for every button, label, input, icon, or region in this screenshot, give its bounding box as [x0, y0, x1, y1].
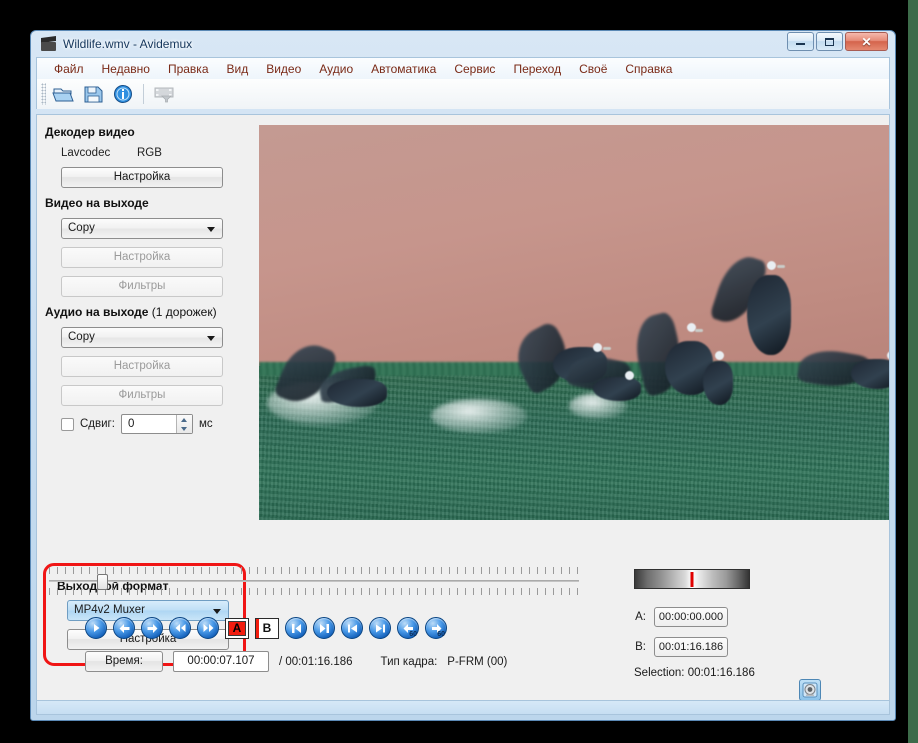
current-time-input[interactable]: 00:00:07.107	[173, 651, 269, 672]
forward-button[interactable]	[197, 617, 219, 639]
video-decoder-configure-button[interactable]: Настройка	[61, 167, 223, 188]
audio-output-heading: Аудио на выходе (1 дорожек)	[45, 305, 259, 319]
position-strip[interactable]	[634, 569, 750, 589]
menu-item-help[interactable]: Справка	[616, 59, 681, 79]
play-button[interactable]	[85, 617, 107, 639]
desktop-background: Wildlife.wmv - Avidemux ✕ Файл Недавно П…	[0, 0, 918, 743]
time-row: Время: 00:00:07.107 / 00:01:16.186 Тип к…	[85, 651, 507, 672]
marker-a-row: A: 00:00:00.000	[634, 607, 728, 627]
info-icon[interactable]	[110, 81, 136, 107]
close-button[interactable]: ✕	[845, 32, 888, 51]
menu-item-video[interactable]: Видео	[257, 59, 310, 79]
decoder-codec-name: Lavcodec	[61, 147, 111, 159]
menu-item-auto[interactable]: Автоматика	[362, 59, 445, 79]
next-frame-button[interactable]	[141, 617, 163, 639]
selection-duration-label: Selection: 00:01:16.186	[634, 667, 755, 679]
audio-output-configure-button[interactable]: Настройка	[61, 356, 223, 377]
toolbar-separator	[143, 84, 144, 104]
preview-bird	[796, 337, 889, 423]
timeline-ticks-top	[49, 567, 579, 574]
menu-item-file[interactable]: Файл	[45, 59, 93, 79]
preview-blob	[431, 399, 527, 433]
rewind-button[interactable]	[169, 617, 191, 639]
timeline-slider-thumb[interactable]	[97, 574, 108, 590]
video-output-filters-button[interactable]: Фильтры	[61, 276, 223, 297]
menu-item-custom[interactable]: Своё	[570, 59, 616, 79]
open-folder-icon[interactable]	[50, 81, 76, 107]
forward-60-label: 60	[437, 631, 445, 638]
audio-shift-value: 0	[127, 418, 135, 430]
decoder-colorspace: RGB	[137, 147, 162, 159]
audio-shift-stepper[interactable]: 0	[120, 414, 193, 434]
clapperboard-icon	[41, 35, 57, 52]
video-output-configure-button[interactable]: Настройка	[61, 247, 223, 268]
stepper-arrows[interactable]	[175, 415, 192, 433]
audio-output-filters-button[interactable]: Фильтры	[61, 385, 223, 406]
avidemux-window: Wildlife.wmv - Avidemux ✕ Файл Недавно П…	[30, 30, 896, 721]
prev-keyframe-button[interactable]	[285, 617, 307, 639]
time-mode-button[interactable]: Время:	[85, 651, 163, 672]
prev-frame-button[interactable]	[113, 617, 135, 639]
menu-item-audio[interactable]: Аудио	[310, 59, 362, 79]
transport-controls: A B 60 60 Время: 00:00:07.107 / 00:01:16…	[37, 559, 889, 714]
back-60-label: 60	[409, 631, 417, 638]
title-bar: Wildlife.wmv - Avidemux ✕	[36, 31, 890, 57]
audio-output-codec-value: Copy	[68, 331, 95, 343]
mark-a-button[interactable]: A	[225, 617, 249, 639]
marker-a-label: A:	[635, 611, 646, 623]
go-end-button[interactable]	[369, 617, 391, 639]
toolbar	[36, 79, 890, 109]
video-output-heading: Видео на выходе	[45, 196, 149, 210]
status-bar	[37, 700, 889, 714]
audio-track-count: (1 дорожек)	[151, 305, 217, 319]
marker-b-field[interactable]: 00:01:16.186	[654, 637, 728, 657]
maximize-button[interactable]	[816, 32, 843, 51]
menu-item-tools[interactable]: Сервис	[445, 59, 504, 79]
window-controls: ✕	[787, 32, 888, 51]
back-60-button[interactable]: 60	[397, 617, 419, 639]
frame-type-label: Тип кадра:	[380, 655, 438, 668]
client-area: Декодер видео Lavcodec RGB Настройка Вид…	[36, 114, 890, 715]
window-title: Wildlife.wmv - Avidemux	[63, 37, 193, 51]
total-time-label: / 00:01:16.186	[279, 655, 353, 668]
frame-type-value: P-FRM (00)	[447, 655, 508, 668]
audio-shift-units: мс	[198, 418, 213, 430]
marker-b-label: B:	[635, 641, 646, 653]
video-decoder-heading: Декодер видео	[45, 125, 135, 139]
mark-b-button[interactable]: B	[255, 617, 279, 639]
preview-bird	[273, 336, 409, 423]
audio-shift-row: Сдвиг: 0 мс	[61, 414, 259, 434]
transport-button-row: A B 60 60	[85, 617, 447, 639]
marker-b-row: B: 00:01:16.186	[634, 637, 728, 657]
next-keyframe-button[interactable]	[313, 617, 335, 639]
position-marker	[690, 572, 694, 587]
audio-shift-label: Сдвиг:	[80, 418, 115, 430]
audio-output-heading-text: Аудио на выходе	[45, 305, 149, 319]
menu-item-recent[interactable]: Недавно	[93, 59, 159, 79]
minimize-button[interactable]	[787, 32, 814, 51]
save-floppy-icon[interactable]	[80, 81, 106, 107]
forward-60-button[interactable]: 60	[425, 617, 447, 639]
video-output-codec-value: Copy	[68, 222, 95, 234]
timeline-ticks-bottom	[49, 588, 579, 595]
menu-item-view[interactable]: Вид	[218, 59, 258, 79]
speaker-icon[interactable]	[799, 679, 821, 701]
menu-item-goto[interactable]: Переход	[504, 59, 570, 79]
video-preview[interactable]	[259, 125, 889, 520]
decoder-info: Lavcodec RGB	[61, 147, 259, 159]
marker-a-field[interactable]: 00:00:00.000	[654, 607, 728, 627]
video-output-codec-select[interactable]: Copy	[61, 218, 223, 239]
menu-bar: Файл Недавно Правка Вид Видео Аудио Авто…	[36, 57, 890, 79]
timeline-slider[interactable]	[49, 574, 579, 590]
timeline-slider-group	[49, 567, 579, 595]
audio-output-codec-select[interactable]: Copy	[61, 327, 223, 348]
toolbar-grip[interactable]	[41, 83, 46, 105]
chevron-down-icon	[207, 336, 215, 341]
go-start-button[interactable]	[341, 617, 363, 639]
video-filter-icon[interactable]	[151, 81, 177, 107]
menu-item-edit[interactable]: Правка	[159, 59, 218, 79]
audio-shift-checkbox[interactable]	[61, 417, 74, 431]
chevron-down-icon	[207, 227, 215, 232]
